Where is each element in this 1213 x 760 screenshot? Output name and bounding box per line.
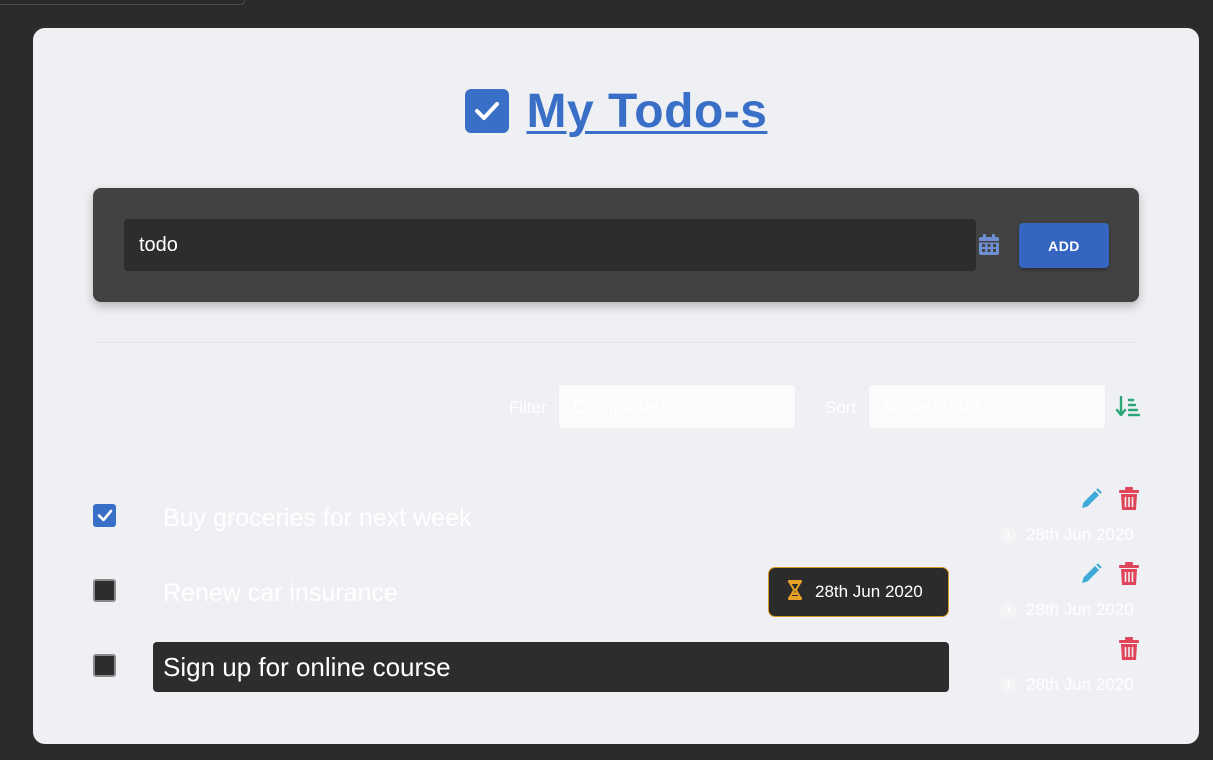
- added-date: i 28th Jun 2020: [999, 675, 1134, 695]
- todo-edit-input[interactable]: Sign up for online course: [153, 642, 949, 692]
- pencil-icon[interactable]: [1079, 487, 1103, 511]
- window-tab: [0, 0, 245, 5]
- added-date-text: 28th Jun 2020: [1026, 525, 1134, 544]
- added-date-text: 28th Jun 2020: [1026, 675, 1134, 694]
- divider: [93, 342, 1139, 343]
- added-date: i 28th Jun 2020: [999, 600, 1134, 620]
- calendar-icon[interactable]: [976, 232, 1002, 258]
- add-button[interactable]: ADD: [1019, 223, 1109, 268]
- sort-ascending-icon[interactable]: [1115, 394, 1141, 420]
- todo-row: Renew car insurance i 28th Jun 2020: [33, 555, 1199, 630]
- info-icon: i: [999, 525, 1018, 545]
- todo-checkbox-unchecked[interactable]: [93, 654, 116, 677]
- trash-icon[interactable]: [1118, 562, 1142, 586]
- app-header: My Todo-s: [33, 84, 1199, 138]
- info-icon: i: [999, 675, 1018, 695]
- todo-input[interactable]: [124, 219, 976, 271]
- pencil-icon[interactable]: [1079, 562, 1103, 586]
- todo-app-card: My Todo-s ADD Filter Completed Sort Adde…: [33, 28, 1199, 744]
- trash-icon[interactable]: [1118, 637, 1142, 661]
- trash-icon[interactable]: [1118, 487, 1142, 511]
- sort-select[interactable]: Added date: [868, 384, 1106, 429]
- added-date: i 28th Jun 2020: [999, 525, 1134, 545]
- added-date-text: 28th Jun 2020: [1026, 600, 1134, 619]
- todo-row: Buy groceries for next week i 28th Jun 2…: [33, 480, 1199, 555]
- info-icon: i: [999, 600, 1018, 620]
- due-date-badge: 28th Jun 2020: [768, 567, 949, 617]
- todo-text[interactable]: Renew car insurance: [163, 579, 398, 608]
- todo-checkbox-unchecked[interactable]: [93, 579, 116, 602]
- filter-select[interactable]: Completed: [558, 384, 796, 429]
- sort-label: Sort: [825, 398, 857, 417]
- todo-text[interactable]: Buy groceries for next week: [163, 504, 471, 533]
- todo-checkbox-checked[interactable]: [93, 504, 116, 527]
- filter-label: Filter: [509, 398, 547, 417]
- page-title[interactable]: My Todo-s: [527, 84, 768, 139]
- due-date-text: 28th Jun 2020: [815, 582, 923, 601]
- hourglass-icon: [787, 579, 803, 605]
- add-todo-panel: ADD: [93, 188, 1139, 302]
- checkbox-icon: [464, 89, 509, 133]
